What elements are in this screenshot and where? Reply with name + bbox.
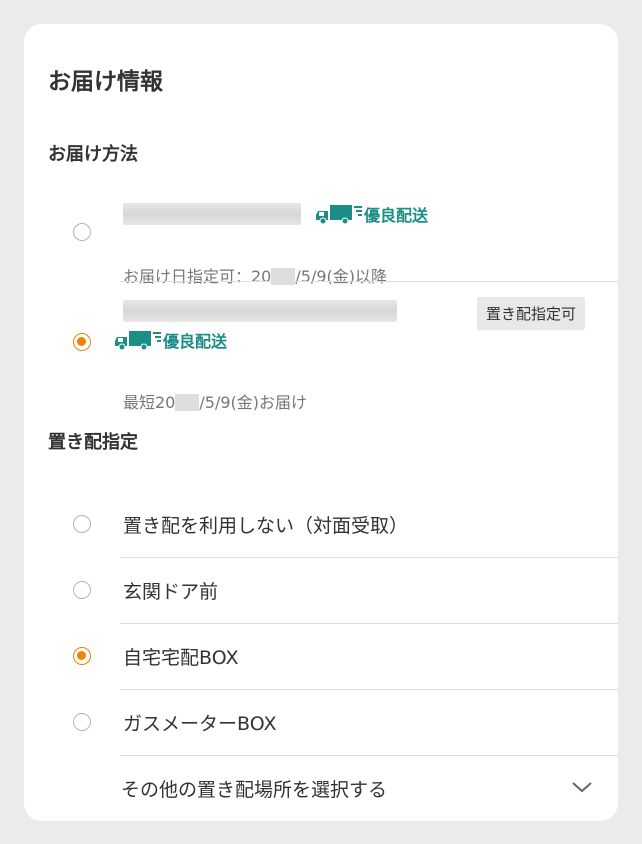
delivery-option-1-name	[123, 203, 301, 225]
detail-prefix: 最短20	[123, 393, 176, 412]
okihai-option-3-radio[interactable]	[73, 647, 91, 665]
okihai-option-1[interactable]: 置き配を利用しない（対面受取）	[24, 491, 618, 557]
okihai-option-4-label: ガスメーターBOX	[123, 713, 277, 735]
okihai-option-4[interactable]: ガスメーターBOX	[24, 690, 618, 755]
okihai-option-2-radio[interactable]	[73, 581, 91, 599]
okihai-option-3-label: 自宅宅配BOX	[123, 647, 239, 669]
delivery-option-2-detail: 最短20/5/9(金)お届け	[123, 389, 307, 413]
okihai-option-1-radio[interactable]	[73, 515, 91, 533]
delivery-option-2-badge: 優良配送	[115, 328, 227, 352]
delivery-option-2-badge-text: 優良配送	[163, 332, 228, 351]
detail-suffix: /5/9(金)お届け	[199, 393, 308, 412]
other-okihai-select[interactable]: その他の置き配場所を選択する	[24, 756, 618, 821]
okihai-available-tag: 置き配指定可	[477, 297, 586, 330]
truck-icon	[115, 331, 161, 351]
page-title: お届け情報	[48, 69, 163, 95]
other-okihai-label: その他の置き配場所を選択する	[121, 779, 388, 801]
delivery-option-2-radio[interactable]	[73, 333, 91, 351]
truck-icon	[316, 205, 362, 225]
okihai-option-2[interactable]: 玄関ドア前	[24, 558, 618, 623]
delivery-option-1-badge: 優良配送	[316, 202, 428, 226]
delivery-option-2[interactable]: 置き配指定可 優良配送 最短20/5/9(金)お届け	[24, 282, 618, 412]
delivery-method-heading: お届け方法	[48, 144, 138, 165]
masked-year	[175, 394, 200, 411]
chevron-down-icon[interactable]	[571, 780, 593, 794]
delivery-info-card: お届け情報 お届け方法 優良配送 お届け日指定可：20/5/9(金)以降 置き配…	[24, 24, 618, 821]
okihai-option-1-label: 置き配を利用しない（対面受取）	[123, 515, 409, 537]
okihai-option-2-label: 玄関ドア前	[123, 581, 219, 603]
okihai-option-3[interactable]: 自宅宅配BOX	[24, 624, 618, 689]
delivery-option-1-radio[interactable]	[73, 223, 91, 241]
delivery-option-2-name	[123, 300, 397, 322]
okihai-option-4-radio[interactable]	[73, 713, 91, 731]
delivery-option-1-badge-text: 優良配送	[364, 206, 429, 225]
delivery-option-1[interactable]: 優良配送 お届け日指定可：20/5/9(金)以降	[24, 189, 618, 286]
okihai-heading: 置き配指定	[48, 432, 138, 453]
